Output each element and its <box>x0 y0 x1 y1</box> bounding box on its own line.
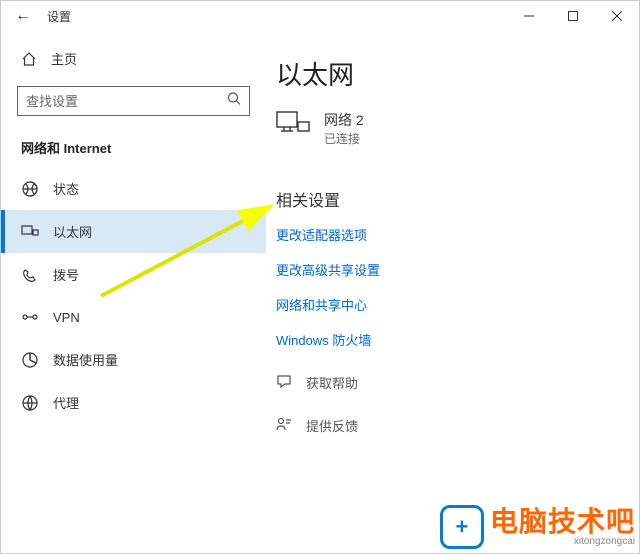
link-change-adapter-options[interactable]: 更改适配器选项 <box>276 225 615 244</box>
link-network-sharing-center[interactable]: 网络和共享中心 <box>276 295 615 314</box>
titlebar: ← 设置 <box>1 1 639 31</box>
search-input[interactable] <box>18 87 249 115</box>
data-usage-icon <box>21 351 39 369</box>
watermark-subtext: xitongzongcai <box>490 536 635 547</box>
watermark-text: 电脑技术吧 <box>490 508 635 536</box>
give-feedback-label: 提供反馈 <box>306 416 358 435</box>
search-box[interactable] <box>17 86 250 116</box>
network-status: 已连接 <box>324 130 364 147</box>
sidebar-item-label: 状态 <box>53 179 79 198</box>
get-help[interactable]: 获取帮助 <box>276 373 615 392</box>
sidebar-item-label: 代理 <box>53 393 79 412</box>
sidebar-item-status[interactable]: 状态 <box>1 167 266 210</box>
sidebar-item-proxy[interactable]: 代理 <box>1 381 266 424</box>
ethernet-icon <box>21 223 39 241</box>
sidebar-item-data-usage[interactable]: 数据使用量 <box>1 338 266 381</box>
home-icon <box>21 51 37 67</box>
network-block[interactable]: 网络 2 已连接 <box>276 110 615 147</box>
network-icon <box>276 110 310 143</box>
sidebar: 主页 网络和 Internet 状态 以太网 <box>1 31 266 553</box>
sidebar-section-title: 网络和 Internet <box>1 132 266 167</box>
sidebar-item-label: VPN <box>53 310 80 325</box>
status-icon <box>21 180 39 198</box>
search-icon <box>227 92 241 111</box>
related-settings-heading: 相关设置 <box>276 187 615 211</box>
sidebar-item-label: 拨号 <box>53 265 79 284</box>
watermark: + 电脑技术吧 xitongzongcai <box>440 505 635 549</box>
content: 以太网 网络 2 已连接 相关设置 更改适配器选项 更改高级共享设置 网络和共享… <box>266 31 639 553</box>
sidebar-item-dialup[interactable]: 拨号 <box>1 253 266 296</box>
sidebar-item-ethernet[interactable]: 以太网 <box>1 210 266 253</box>
vpn-icon <box>21 308 39 326</box>
page-title: 以太网 <box>276 55 615 92</box>
window-title: 设置 <box>47 8 71 25</box>
dialup-icon <box>21 266 39 284</box>
help-icon <box>276 373 294 392</box>
get-help-label: 获取帮助 <box>306 373 358 392</box>
feedback-icon <box>276 416 294 435</box>
close-button[interactable] <box>595 1 639 31</box>
network-name: 网络 2 <box>324 110 364 130</box>
watermark-logo-icon: + <box>440 505 484 549</box>
minimize-button[interactable] <box>507 1 551 31</box>
proxy-icon <box>21 394 39 412</box>
sidebar-item-label: 数据使用量 <box>53 350 118 369</box>
sidebar-item-vpn[interactable]: VPN <box>1 296 266 338</box>
sidebar-home-label: 主页 <box>51 49 77 68</box>
give-feedback[interactable]: 提供反馈 <box>276 416 615 435</box>
sidebar-home[interactable]: 主页 <box>1 41 266 76</box>
link-windows-firewall[interactable]: Windows 防火墙 <box>276 330 615 349</box>
maximize-button[interactable] <box>551 1 595 31</box>
back-arrow-icon[interactable]: ← <box>7 3 39 29</box>
link-change-advanced-sharing[interactable]: 更改高级共享设置 <box>276 260 615 279</box>
sidebar-item-label: 以太网 <box>53 222 92 241</box>
